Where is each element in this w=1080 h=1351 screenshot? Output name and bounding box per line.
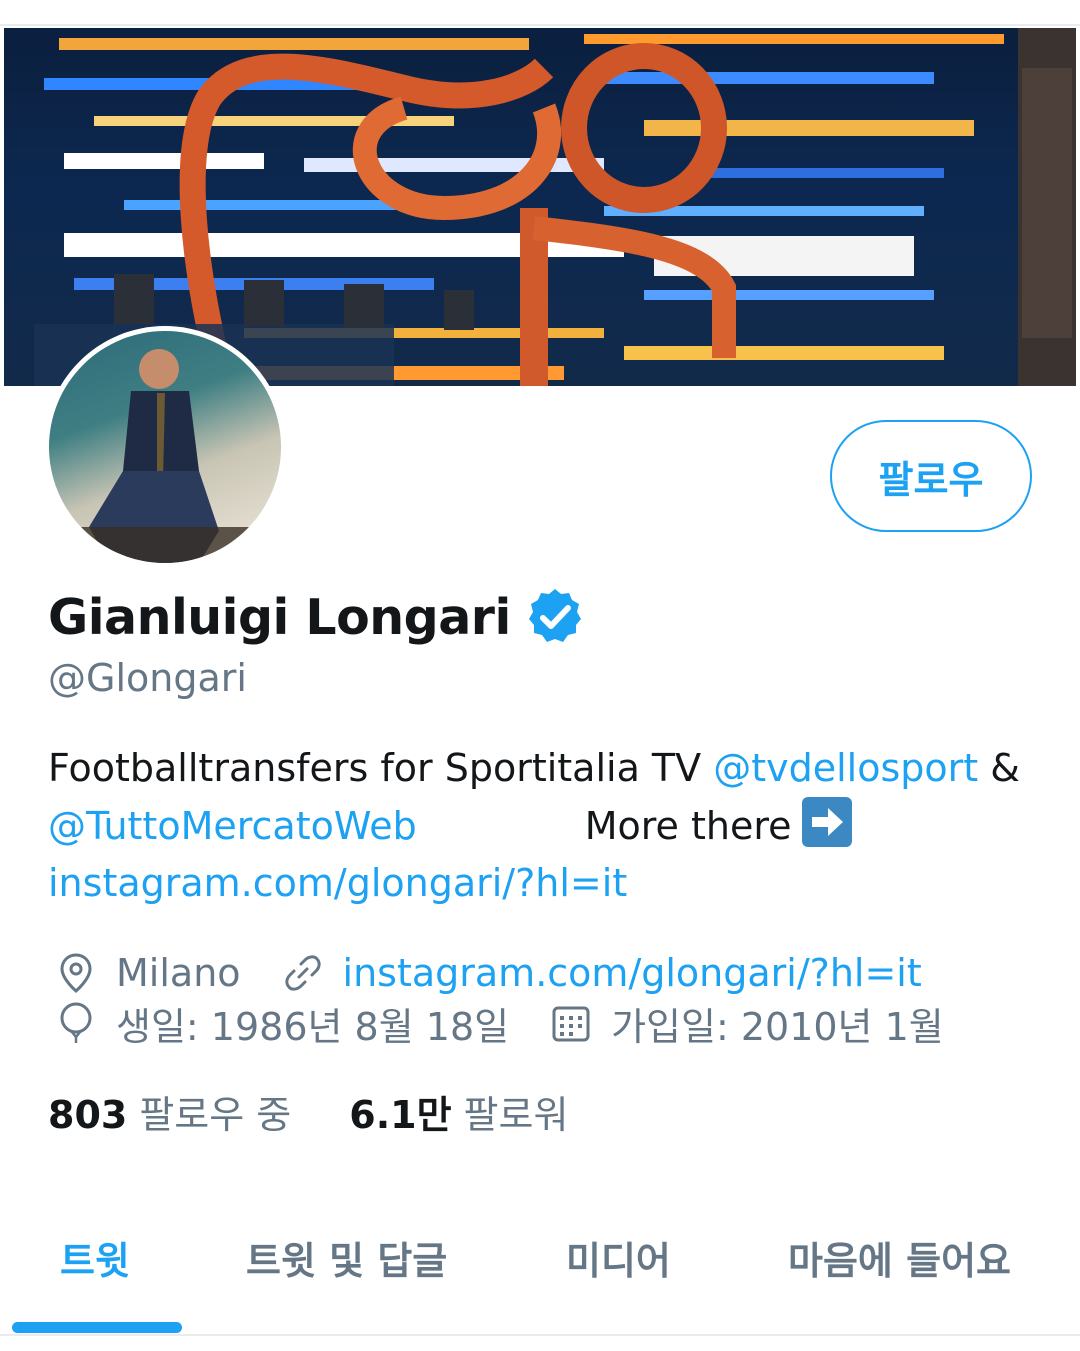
profile-bio: Footballtransfers for Sportitalia TV @tv… xyxy=(48,740,1048,912)
tab-likes[interactable]: 마음에 들어요 xyxy=(788,1230,1011,1285)
followers-label: 팔로워 xyxy=(463,1092,569,1137)
tab-media[interactable]: 미디어 xyxy=(566,1230,671,1285)
following-count: 803 xyxy=(48,1092,128,1137)
bio-mention-tuttomercatoweb[interactable]: @TuttoMercatoWeb xyxy=(48,804,417,848)
location-pin-icon xyxy=(60,953,92,993)
profile-tabs: 트윗 트윗 및 답글 미디어 마음에 들어요 xyxy=(0,1220,1080,1300)
birthday-text: 생일: 1986년 8월 18일 xyxy=(116,1004,510,1049)
follow-button[interactable]: 팔로우 xyxy=(830,420,1032,532)
meta-row-birthday-joined: 생일: 1986년 8월 18일 가입일: 2010년 1월 xyxy=(48,998,944,1049)
joined-text: 가입일: 2010년 1월 xyxy=(611,1004,944,1049)
bio-mention-tvdellosport[interactable]: @tvdellosport xyxy=(713,746,978,790)
link-icon xyxy=(284,955,321,991)
name-row: Gianluigi Longari xyxy=(48,584,587,650)
follow-stats: 803 팔로우 중 6.1만 팔로워 xyxy=(48,1084,568,1139)
top-divider xyxy=(0,24,1080,26)
profile-avatar[interactable] xyxy=(44,326,286,568)
calendar-icon xyxy=(552,1006,590,1042)
display-name: Gianluigi Longari xyxy=(48,588,511,646)
tab-tweets-and-replies[interactable]: 트윗 및 답글 xyxy=(246,1230,447,1285)
active-tab-indicator xyxy=(12,1322,182,1333)
verified-badge-icon xyxy=(528,589,581,642)
profile-handle: @Glongari xyxy=(48,656,247,700)
meta-row-location-website: Milano instagram.com/glongari/?hl=it xyxy=(48,948,922,998)
tab-tweets[interactable]: 트윗 xyxy=(60,1230,130,1285)
bio-text-1: Footballtransfers for Sportitalia TV xyxy=(48,746,714,790)
following-label: 팔로우 중 xyxy=(139,1092,292,1137)
bio-text-3: More there xyxy=(584,804,792,848)
website-link[interactable]: instagram.com/glongari/?hl=it xyxy=(343,951,922,995)
followers-count: 6.1만 xyxy=(349,1092,452,1137)
tabs-divider xyxy=(0,1334,1080,1336)
bio-text-2: & xyxy=(978,746,1020,790)
following-stat[interactable]: 803 팔로우 중 xyxy=(48,1084,291,1139)
location-text: Milano xyxy=(116,951,241,995)
balloon-icon xyxy=(60,1002,92,1043)
avatar-photo xyxy=(49,331,281,563)
followers-stat[interactable]: 6.1만 팔로워 xyxy=(349,1084,568,1139)
bio-link[interactable]: instagram.com/glongari/?hl=it xyxy=(48,861,627,905)
right-arrow-emoji xyxy=(801,797,852,847)
